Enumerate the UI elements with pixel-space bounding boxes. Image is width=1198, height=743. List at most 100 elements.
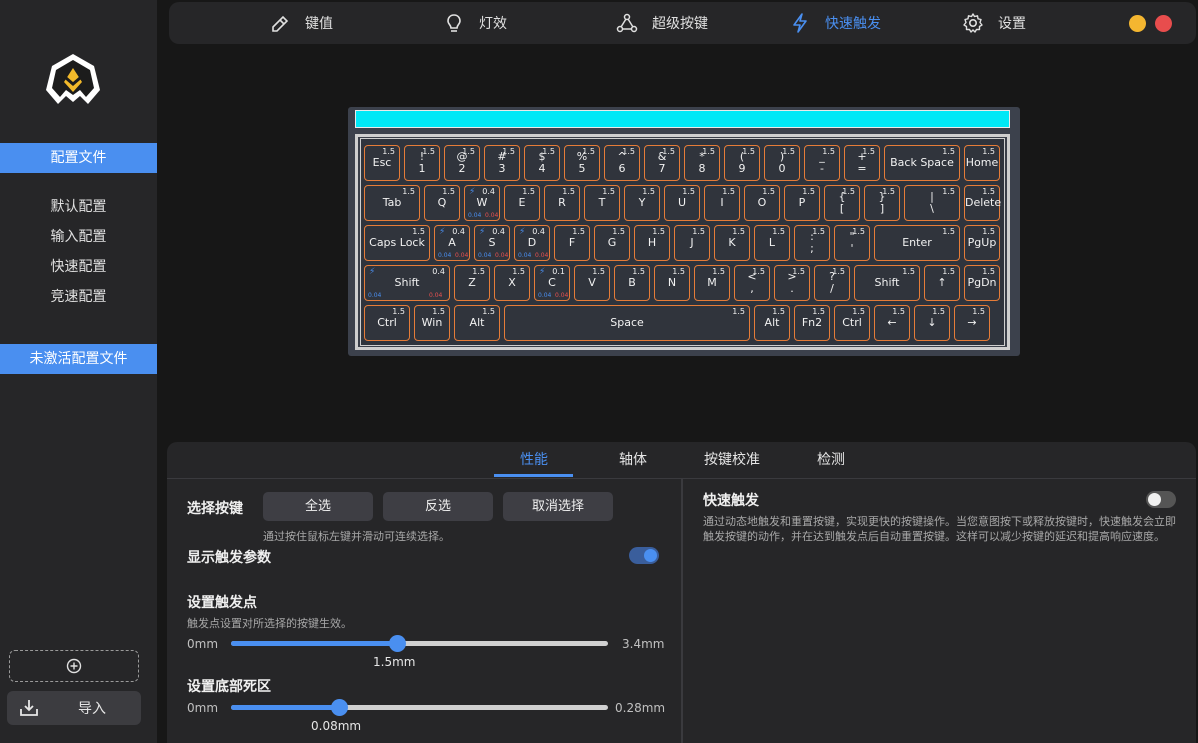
key-o[interactable]: 1.5 O bbox=[744, 185, 780, 221]
key-tab[interactable]: 1.5 Tab bbox=[364, 185, 420, 221]
key-press-sensitivity: 0.04 bbox=[368, 292, 382, 299]
key-pgup[interactable]: 1.5 PgUp bbox=[964, 225, 1000, 261]
key-}][interactable]: 1.5}] bbox=[864, 185, 900, 221]
key-label: C bbox=[548, 276, 556, 289]
select-all-button[interactable]: 全选 bbox=[263, 492, 373, 521]
import-button[interactable]: 导入 bbox=[7, 691, 141, 725]
key-(9[interactable]: 1.5(9 bbox=[724, 145, 760, 181]
key-e[interactable]: 1.5 E bbox=[504, 185, 540, 221]
close-button[interactable] bbox=[1155, 15, 1172, 32]
key-pgdn[interactable]: 1.5 PgDn bbox=[964, 265, 1000, 301]
key-←[interactable]: 1.5 ← bbox=[874, 305, 910, 341]
key-q[interactable]: 1.5 Q bbox=[424, 185, 460, 221]
add-profile-button[interactable] bbox=[9, 650, 139, 682]
key-caps-lock[interactable]: 1.5 Caps Lock bbox=[364, 225, 430, 261]
key-trigger-value: 1.5 bbox=[632, 267, 645, 276]
key-n[interactable]: 1.5 N bbox=[654, 265, 690, 301]
key-enter[interactable]: 1.5 Enter bbox=[874, 225, 960, 261]
key-^6[interactable]: 1.5 ^ 6 bbox=[604, 145, 640, 181]
key-→[interactable]: 1.5 → bbox=[954, 305, 990, 341]
key-_-[interactable]: 1.5 _ - bbox=[804, 145, 840, 181]
key-alt[interactable]: 1.5 Alt bbox=[754, 305, 790, 341]
key-#3[interactable]: 1.5 #3 bbox=[484, 145, 520, 181]
tab-performance[interactable]: 性能 bbox=[520, 449, 548, 469]
key-<,[interactable]: 1.5 <, bbox=[734, 265, 770, 301]
deadzone-slider[interactable] bbox=[231, 699, 608, 716]
key-%5[interactable]: 1.5% 5 bbox=[564, 145, 600, 181]
key-$4[interactable]: 1.5 $4 bbox=[524, 145, 560, 181]
key-shift[interactable]: 0.4 Shift ⚡ 0.04 0.04 bbox=[364, 265, 450, 301]
key-alt[interactable]: 1.5 Alt bbox=[454, 305, 500, 341]
key-↓[interactable]: 1.5 ↓ bbox=[914, 305, 950, 341]
key-t[interactable]: 1.5 T bbox=[584, 185, 620, 221]
key-w[interactable]: 0.4 W ⚡ 0.04 0.04 bbox=[464, 185, 500, 221]
key-h[interactable]: 1.5 H bbox=[634, 225, 670, 261]
key-"'[interactable]: 1.5 " ' bbox=[834, 225, 870, 261]
key-delete[interactable]: 1.5 Delete bbox=[964, 185, 1001, 221]
key-+=[interactable]: 1.5 + = bbox=[844, 145, 880, 181]
key-fn2[interactable]: 1.5 Fn2 bbox=[794, 305, 830, 341]
key-a[interactable]: 0.4 A ⚡ 0.04 0.04 bbox=[434, 225, 470, 261]
key-y[interactable]: 1.5 Y bbox=[624, 185, 660, 221]
key-b[interactable]: 1.5 B bbox=[614, 265, 650, 301]
trigger-point-slider[interactable] bbox=[231, 635, 608, 652]
key-↑[interactable]: 1.5 ↑ bbox=[924, 265, 960, 301]
key-i[interactable]: 1.5 I bbox=[704, 185, 740, 221]
key-home[interactable]: 1.5 Home bbox=[964, 145, 1000, 181]
profile-file-tab[interactable]: 配置文件 bbox=[0, 143, 157, 173]
nav-super-key[interactable]: 超级按键 bbox=[616, 2, 708, 44]
key-j[interactable]: 1.5 J bbox=[674, 225, 710, 261]
tab-switch[interactable]: 轴体 bbox=[619, 449, 647, 469]
key-esc[interactable]: 1.5 Esc bbox=[364, 145, 400, 181]
key-|\[interactable]: 1.5 | \ bbox=[904, 185, 960, 221]
key-v[interactable]: 1.5 V bbox=[574, 265, 610, 301]
key-@2[interactable]: 1.5 @2 bbox=[444, 145, 480, 181]
key-l[interactable]: 1.5 L bbox=[754, 225, 790, 261]
key-*8[interactable]: 1.5 * 8 bbox=[684, 145, 720, 181]
key-m[interactable]: 1.5 M bbox=[694, 265, 730, 301]
key-k[interactable]: 1.5 K bbox=[714, 225, 750, 261]
key-shift[interactable]: 1.5 Shift bbox=[854, 265, 920, 301]
key-:;[interactable]: 1.5:; bbox=[794, 225, 830, 261]
key-?/[interactable]: 1.5? / bbox=[814, 265, 850, 301]
key-)0[interactable]: 1.5) 0 bbox=[764, 145, 800, 181]
key-back-space[interactable]: 1.5 Back Space bbox=[884, 145, 960, 181]
key-g[interactable]: 1.5 G bbox=[594, 225, 630, 261]
sidebar-item-fast-profile[interactable]: 快速配置 bbox=[0, 252, 157, 282]
key-c[interactable]: 0.1 C ⚡ 0.04 0.04 bbox=[534, 265, 570, 301]
key-ctrl[interactable]: 1.5 Ctrl bbox=[364, 305, 410, 341]
key-win[interactable]: 1.5 Win bbox=[414, 305, 450, 341]
key-u[interactable]: 1.5 U bbox=[664, 185, 700, 221]
key-{[[interactable]: 1.5{[ bbox=[824, 185, 860, 221]
sidebar-item-default-profile[interactable]: 默认配置 bbox=[0, 192, 157, 222]
nav-lighting[interactable]: 灯效 bbox=[443, 2, 507, 44]
nav-rapid-trigger[interactable]: 快速触发 bbox=[789, 2, 881, 44]
invert-selection-button[interactable]: 反选 bbox=[383, 492, 493, 521]
key-f[interactable]: 1.5 F bbox=[554, 225, 590, 261]
show-params-toggle[interactable] bbox=[629, 547, 659, 564]
sidebar-item-input-profile[interactable]: 输入配置 bbox=[0, 222, 157, 252]
tab-key-calibration[interactable]: 按键校准 bbox=[704, 449, 760, 469]
key-p[interactable]: 1.5 P bbox=[784, 185, 820, 221]
key-trigger-value: 1.5 bbox=[472, 267, 485, 276]
key-r[interactable]: 1.5 R bbox=[544, 185, 580, 221]
nav-settings[interactable]: 设置 bbox=[962, 2, 1026, 44]
key-ctrl[interactable]: 1.5 Ctrl bbox=[834, 305, 870, 341]
sidebar-item-racing-profile[interactable]: 竞速配置 bbox=[0, 282, 157, 312]
key-!1[interactable]: 1.5! 1 bbox=[404, 145, 440, 181]
key-&7[interactable]: 1.5 & 7 bbox=[644, 145, 680, 181]
minimize-button[interactable] bbox=[1129, 15, 1146, 32]
key->.[interactable]: 1.5 >. bbox=[774, 265, 810, 301]
slider-handle[interactable] bbox=[330, 699, 348, 716]
key-x[interactable]: 1.5 X bbox=[494, 265, 530, 301]
key-d[interactable]: 0.4 D ⚡ 0.04 0.04 bbox=[514, 225, 550, 261]
key-s[interactable]: 0.4 S ⚡ 0.04 0.04 bbox=[474, 225, 510, 261]
key-label: P bbox=[798, 196, 806, 209]
key-z[interactable]: 1.5 Z bbox=[454, 265, 490, 301]
clear-selection-button[interactable]: 取消选择 bbox=[503, 492, 613, 521]
inactive-profile-tab[interactable]: 未激活配置文件 bbox=[0, 344, 157, 374]
tab-detection[interactable]: 检测 bbox=[817, 449, 845, 469]
rapid-trigger-toggle[interactable] bbox=[1146, 491, 1176, 508]
key-space[interactable]: 1.5 Space bbox=[504, 305, 750, 341]
nav-key-value[interactable]: 键值 bbox=[269, 2, 333, 44]
